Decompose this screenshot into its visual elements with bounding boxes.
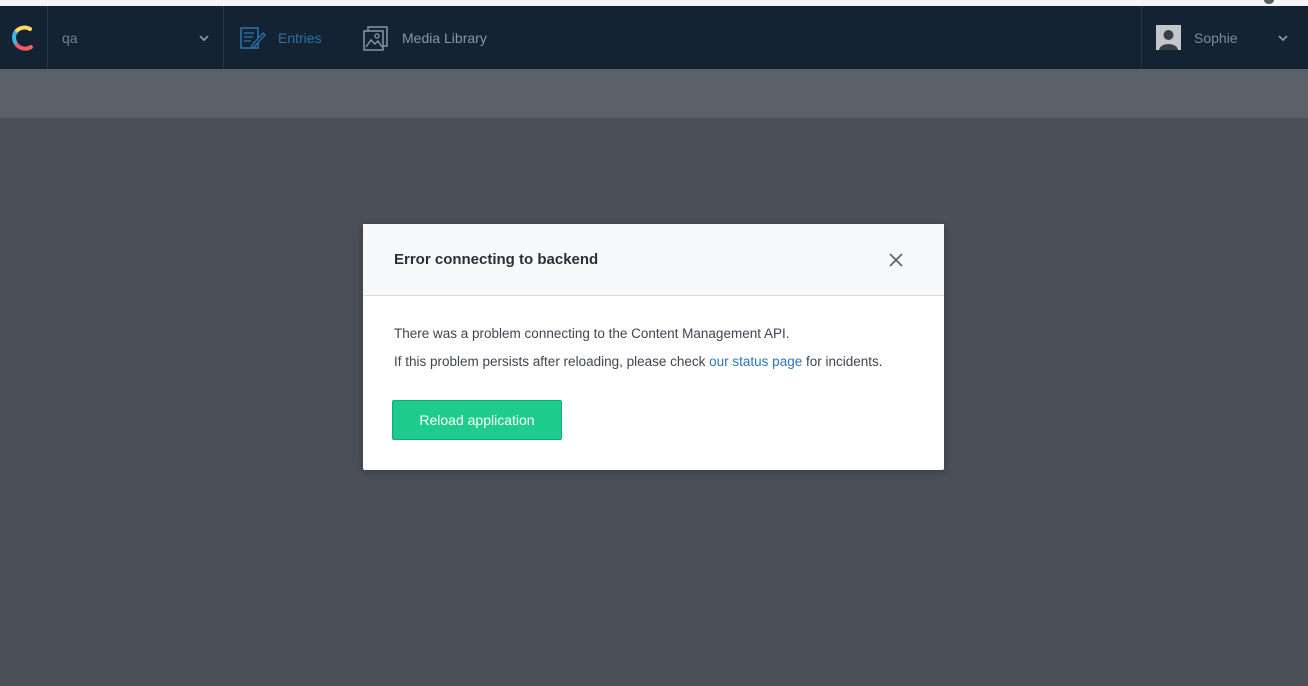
chevron-down-icon xyxy=(1278,35,1288,42)
media-library-icon xyxy=(363,25,388,51)
nav-media-library[interactable]: Media Library xyxy=(362,6,487,69)
space-selector[interactable]: qa xyxy=(48,6,223,69)
top-navigation-bar: qa Entries Media Library Sophie xyxy=(0,6,1308,69)
user-menu[interactable]: Sophie xyxy=(1142,6,1308,69)
modal-body: There was a problem connecting to the Co… xyxy=(363,296,944,370)
chevron-down-icon xyxy=(199,35,209,42)
user-silhouette-icon xyxy=(1156,25,1181,50)
user-name: Sophie xyxy=(1194,29,1238,46)
nav-entries[interactable]: Entries xyxy=(238,6,322,69)
error-hint-before: If this problem persists after reloading… xyxy=(394,354,710,369)
modal-title: Error connecting to backend xyxy=(394,251,599,268)
sub-navigation-bar xyxy=(0,69,1308,118)
nav-media-label: Media Library xyxy=(402,29,487,46)
status-page-link[interactable]: our status page xyxy=(709,354,802,369)
close-icon[interactable] xyxy=(887,251,905,269)
modal-header: Error connecting to backend xyxy=(363,224,944,296)
error-hint: If this problem persists after reloading… xyxy=(394,354,944,370)
contentful-logo[interactable] xyxy=(9,23,39,53)
entries-icon xyxy=(240,26,266,49)
error-message: There was a problem connecting to the Co… xyxy=(394,326,790,341)
nav-entries-label: Entries xyxy=(278,29,322,46)
top-strip-indicator xyxy=(1264,0,1274,4)
space-name: qa xyxy=(62,29,78,46)
error-hint-after: for incidents. xyxy=(802,354,883,369)
divider xyxy=(223,6,224,69)
reload-application-button[interactable]: Reload application xyxy=(392,400,562,440)
error-modal: Error connecting to backend There was a … xyxy=(363,224,944,470)
avatar xyxy=(1156,25,1181,50)
